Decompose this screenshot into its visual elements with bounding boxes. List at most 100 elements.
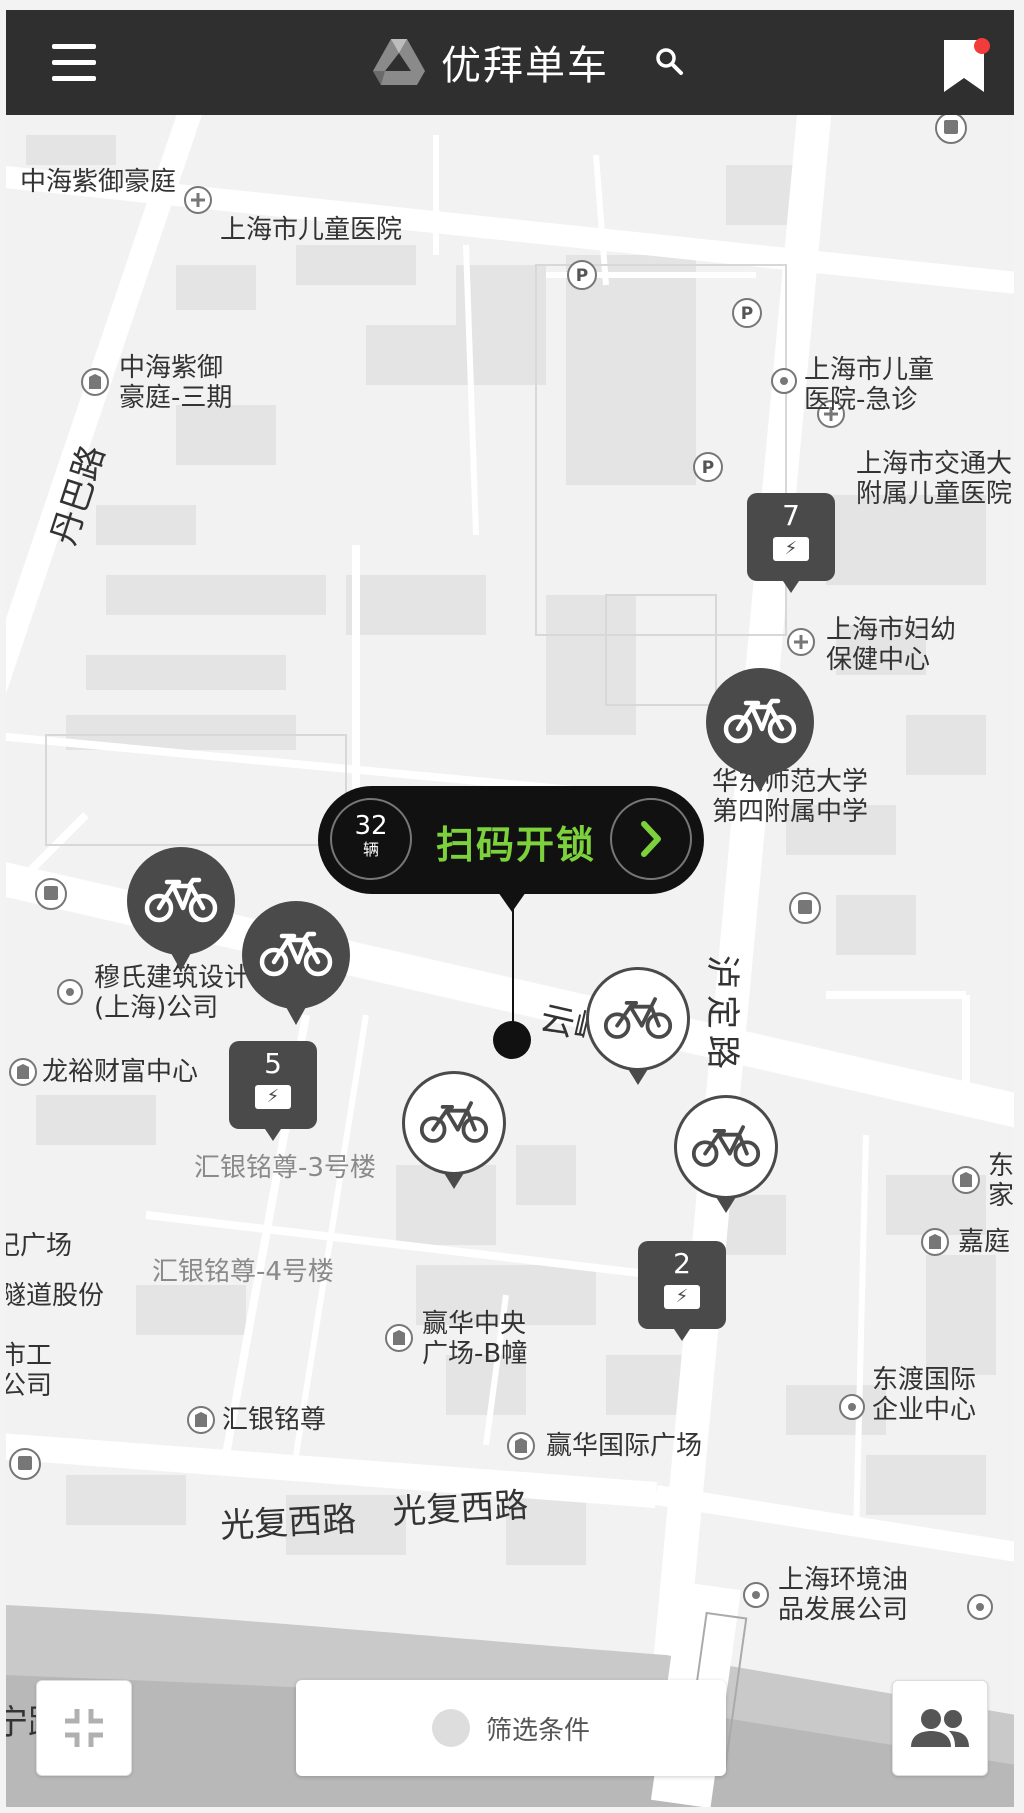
poi-dot-icon <box>57 979 83 1005</box>
parking-icon: P <box>567 260 597 290</box>
poi-label: 家 <box>988 1181 1014 1211</box>
poi-label: 广场-B幢 <box>422 1339 528 1369</box>
bolt-icon: ⚡ <box>255 1085 291 1109</box>
scan-unlock-label[interactable]: 扫码开锁 <box>436 814 596 869</box>
current-location-marker <box>493 1021 531 1059</box>
bus-stop-icon <box>935 115 967 144</box>
bike-cluster-pin[interactable]: 2 ⚡ <box>638 1241 726 1341</box>
bike-icon <box>691 1125 761 1167</box>
building-icon <box>9 1058 37 1086</box>
building-icon <box>507 1432 535 1460</box>
poi-label: 赢华国际广场 <box>546 1431 703 1461</box>
callout-stem <box>512 908 514 1028</box>
top-bar: 优拜单车 <box>6 10 1014 115</box>
poi-dot-icon <box>967 1594 993 1620</box>
poi-label: 汇银铭尊-3号楼 <box>194 1153 376 1183</box>
parking-icon: P <box>693 452 723 482</box>
road-label: 泸定路 <box>702 955 742 1075</box>
building-icon <box>187 1406 215 1434</box>
poi-label: 第四附属中学 <box>712 797 869 827</box>
building-icon <box>81 368 109 396</box>
poi-label: 汇银铭尊 <box>222 1405 327 1435</box>
bolt-icon: ⚡ <box>773 537 809 561</box>
poi-label: 市工 <box>6 1341 53 1371</box>
poi-label: 品发展公司 <box>778 1595 909 1625</box>
people-button[interactable] <box>892 1680 988 1776</box>
svg-text:P: P <box>702 458 714 478</box>
app-root: 优拜单车 P P P 中海紫御豪庭 上海市儿童医院 中海紫御 豪庭-三期 上海市… <box>0 0 1024 1813</box>
hospital-icon <box>787 628 815 656</box>
app-title: 优拜单车 <box>441 43 609 89</box>
bus-stop-icon <box>789 892 821 924</box>
poi-label: 中海紫御豪庭 <box>20 167 177 197</box>
road-label: 光复西路 <box>391 1485 530 1533</box>
filter-circle-icon <box>431 1709 470 1747</box>
cluster-count: 2 <box>673 1247 691 1280</box>
filter-button[interactable]: 筛选条件 <box>296 1680 726 1776</box>
bookmark-button[interactable] <box>942 30 992 96</box>
poi-label: 东渡国际 <box>872 1365 977 1395</box>
logo-icon <box>373 39 425 85</box>
poi-label: 上海市交通大 <box>856 449 1013 479</box>
people-icon <box>911 1709 969 1747</box>
menu-button[interactable] <box>44 38 104 88</box>
parking-icon: P <box>732 298 762 328</box>
cluster-count: 5 <box>264 1047 282 1080</box>
svg-text:P: P <box>576 266 588 286</box>
bike-pin-dark[interactable] <box>127 847 235 971</box>
chevron-right-icon <box>641 821 661 857</box>
poi-label: 嘉庭 <box>958 1227 1011 1257</box>
bike-cluster-pin[interactable]: 7 ⚡ <box>747 493 835 593</box>
collapse-button[interactable] <box>36 1680 132 1776</box>
poi-label: 豪庭-三期 <box>119 383 233 413</box>
poi-label: 上海市儿童医院 <box>220 215 403 245</box>
menu-icon-line <box>52 44 96 49</box>
bus-stop-icon <box>9 1448 41 1480</box>
bike-cluster-pin[interactable]: 5 ⚡ <box>229 1041 317 1141</box>
bike-pin-dark[interactable] <box>706 668 814 792</box>
bike-pin-light[interactable] <box>402 1071 506 1189</box>
bike-count: 32 <box>354 811 388 841</box>
hospital-icon <box>184 186 212 214</box>
poi-label: 上海环境油 <box>778 1565 909 1595</box>
cluster-count: 7 <box>782 499 800 532</box>
poi-label: 保健中心 <box>826 645 931 675</box>
building-icon <box>921 1228 949 1256</box>
poi-label: 龙裕财富中心 <box>42 1057 199 1087</box>
poi-dot-icon <box>771 368 797 394</box>
poi-label: 企业中心 <box>872 1395 977 1425</box>
building-icon <box>385 1324 413 1352</box>
bike-pin-dark[interactable] <box>242 901 350 1025</box>
poi-label: 上海市儿童 <box>804 355 935 385</box>
menu-icon-line <box>52 60 96 65</box>
poi-label: 东 <box>988 1151 1014 1181</box>
bike-pin-light[interactable] <box>586 967 690 1085</box>
poi-dot-icon <box>839 1394 865 1420</box>
collapse-icon <box>65 1709 103 1747</box>
road-label: 光复西路 <box>219 1499 358 1547</box>
brand: 优拜单车 <box>371 32 687 92</box>
search-icon[interactable] <box>653 45 687 79</box>
poi-label: 医院-急诊 <box>804 385 918 415</box>
poi-label: (上海)公司 <box>94 993 219 1023</box>
poi-label: 华东师范大学 <box>712 767 869 797</box>
map-view[interactable]: P P P 中海紫御豪庭 上海市儿童医院 中海紫御 豪庭-三期 上海市儿童 医院… <box>6 115 1014 1807</box>
bike-icon <box>723 698 797 744</box>
unlock-callout[interactable]: 32 辆 扫码开锁 <box>318 786 704 912</box>
poi-label: 附属儿童医院 <box>856 479 1013 509</box>
bike-count-unit: 辆 <box>362 840 379 859</box>
menu-icon-line <box>52 76 96 81</box>
poi-label: 赢华中央 <box>422 1309 527 1339</box>
poi-label: 公司 <box>6 1371 53 1401</box>
go-button[interactable] <box>610 798 692 880</box>
poi-label: 记广场 <box>6 1231 73 1261</box>
bike-icon <box>259 931 333 977</box>
svg-text:P: P <box>741 304 753 324</box>
poi-label: 上海市妇幼 <box>826 615 957 645</box>
bike-icon <box>603 997 673 1039</box>
bike-count-badge: 32 辆 <box>330 798 412 880</box>
bike-icon <box>419 1101 489 1143</box>
poi-dot-icon <box>743 1582 769 1608</box>
filter-label: 筛选条件 <box>485 1715 590 1746</box>
bike-pin-light[interactable] <box>674 1095 778 1213</box>
